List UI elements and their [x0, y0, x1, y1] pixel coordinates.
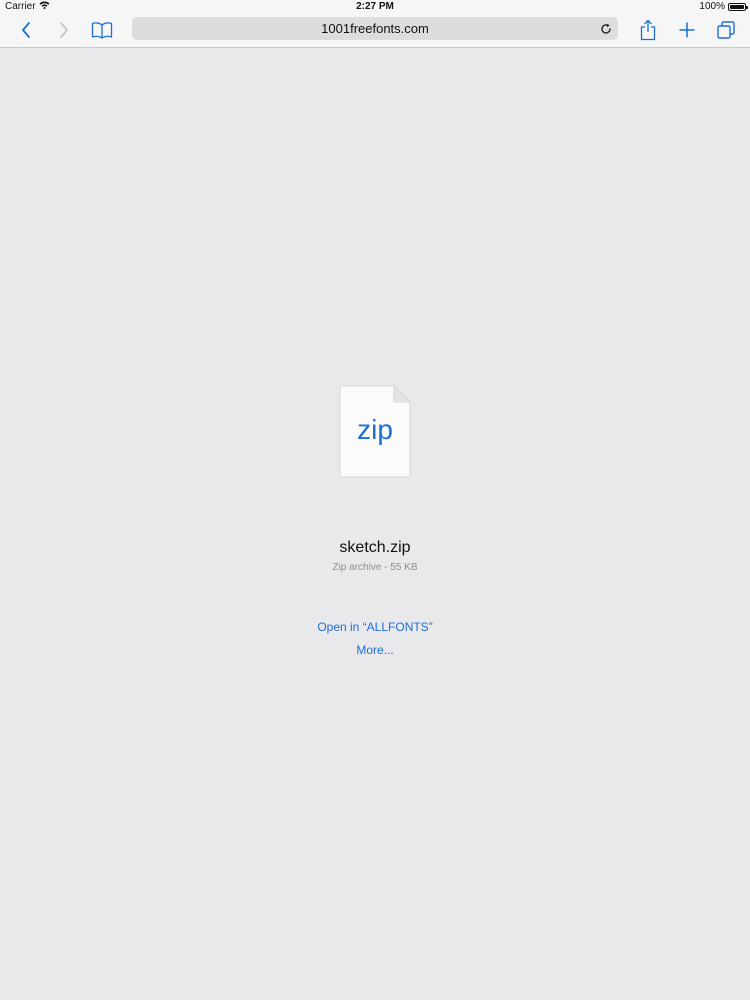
back-chevron-icon[interactable]	[11, 16, 41, 44]
reload-icon[interactable]	[598, 21, 613, 36]
forward-chevron-icon[interactable]	[49, 16, 79, 44]
status-right: 100%	[699, 1, 748, 12]
new-tab-plus-icon[interactable]	[672, 16, 702, 44]
battery-percent: 100%	[699, 1, 725, 12]
file-name: sketch.zip	[339, 539, 411, 556]
open-in-app-link-row: Open in “ALLFONTS”	[0, 620, 750, 634]
browser-toolbar: 1001freefonts.com	[0, 14, 750, 48]
battery-icon	[728, 2, 748, 11]
file-type-label: zip	[357, 414, 393, 445]
address-text[interactable]: 1001freefonts.com	[132, 21, 618, 36]
bookmarks-book-icon[interactable]	[87, 16, 117, 44]
file-info: Zip archive - 55 KB	[332, 562, 418, 573]
share-icon[interactable]	[633, 16, 663, 44]
zip-file-icon: zip	[339, 384, 412, 478]
status-time: 2:27 PM	[356, 1, 394, 12]
tabs-icon[interactable]	[711, 16, 741, 44]
status-bar: Carrier 2:27 PM 100%	[0, 0, 750, 14]
open-in-allfonts-link[interactable]: Open in “ALLFONTS”	[317, 620, 432, 634]
address-bar[interactable]: 1001freefonts.com	[132, 17, 618, 40]
more-link[interactable]: More...	[356, 643, 393, 657]
more-link-row: More...	[0, 643, 750, 657]
